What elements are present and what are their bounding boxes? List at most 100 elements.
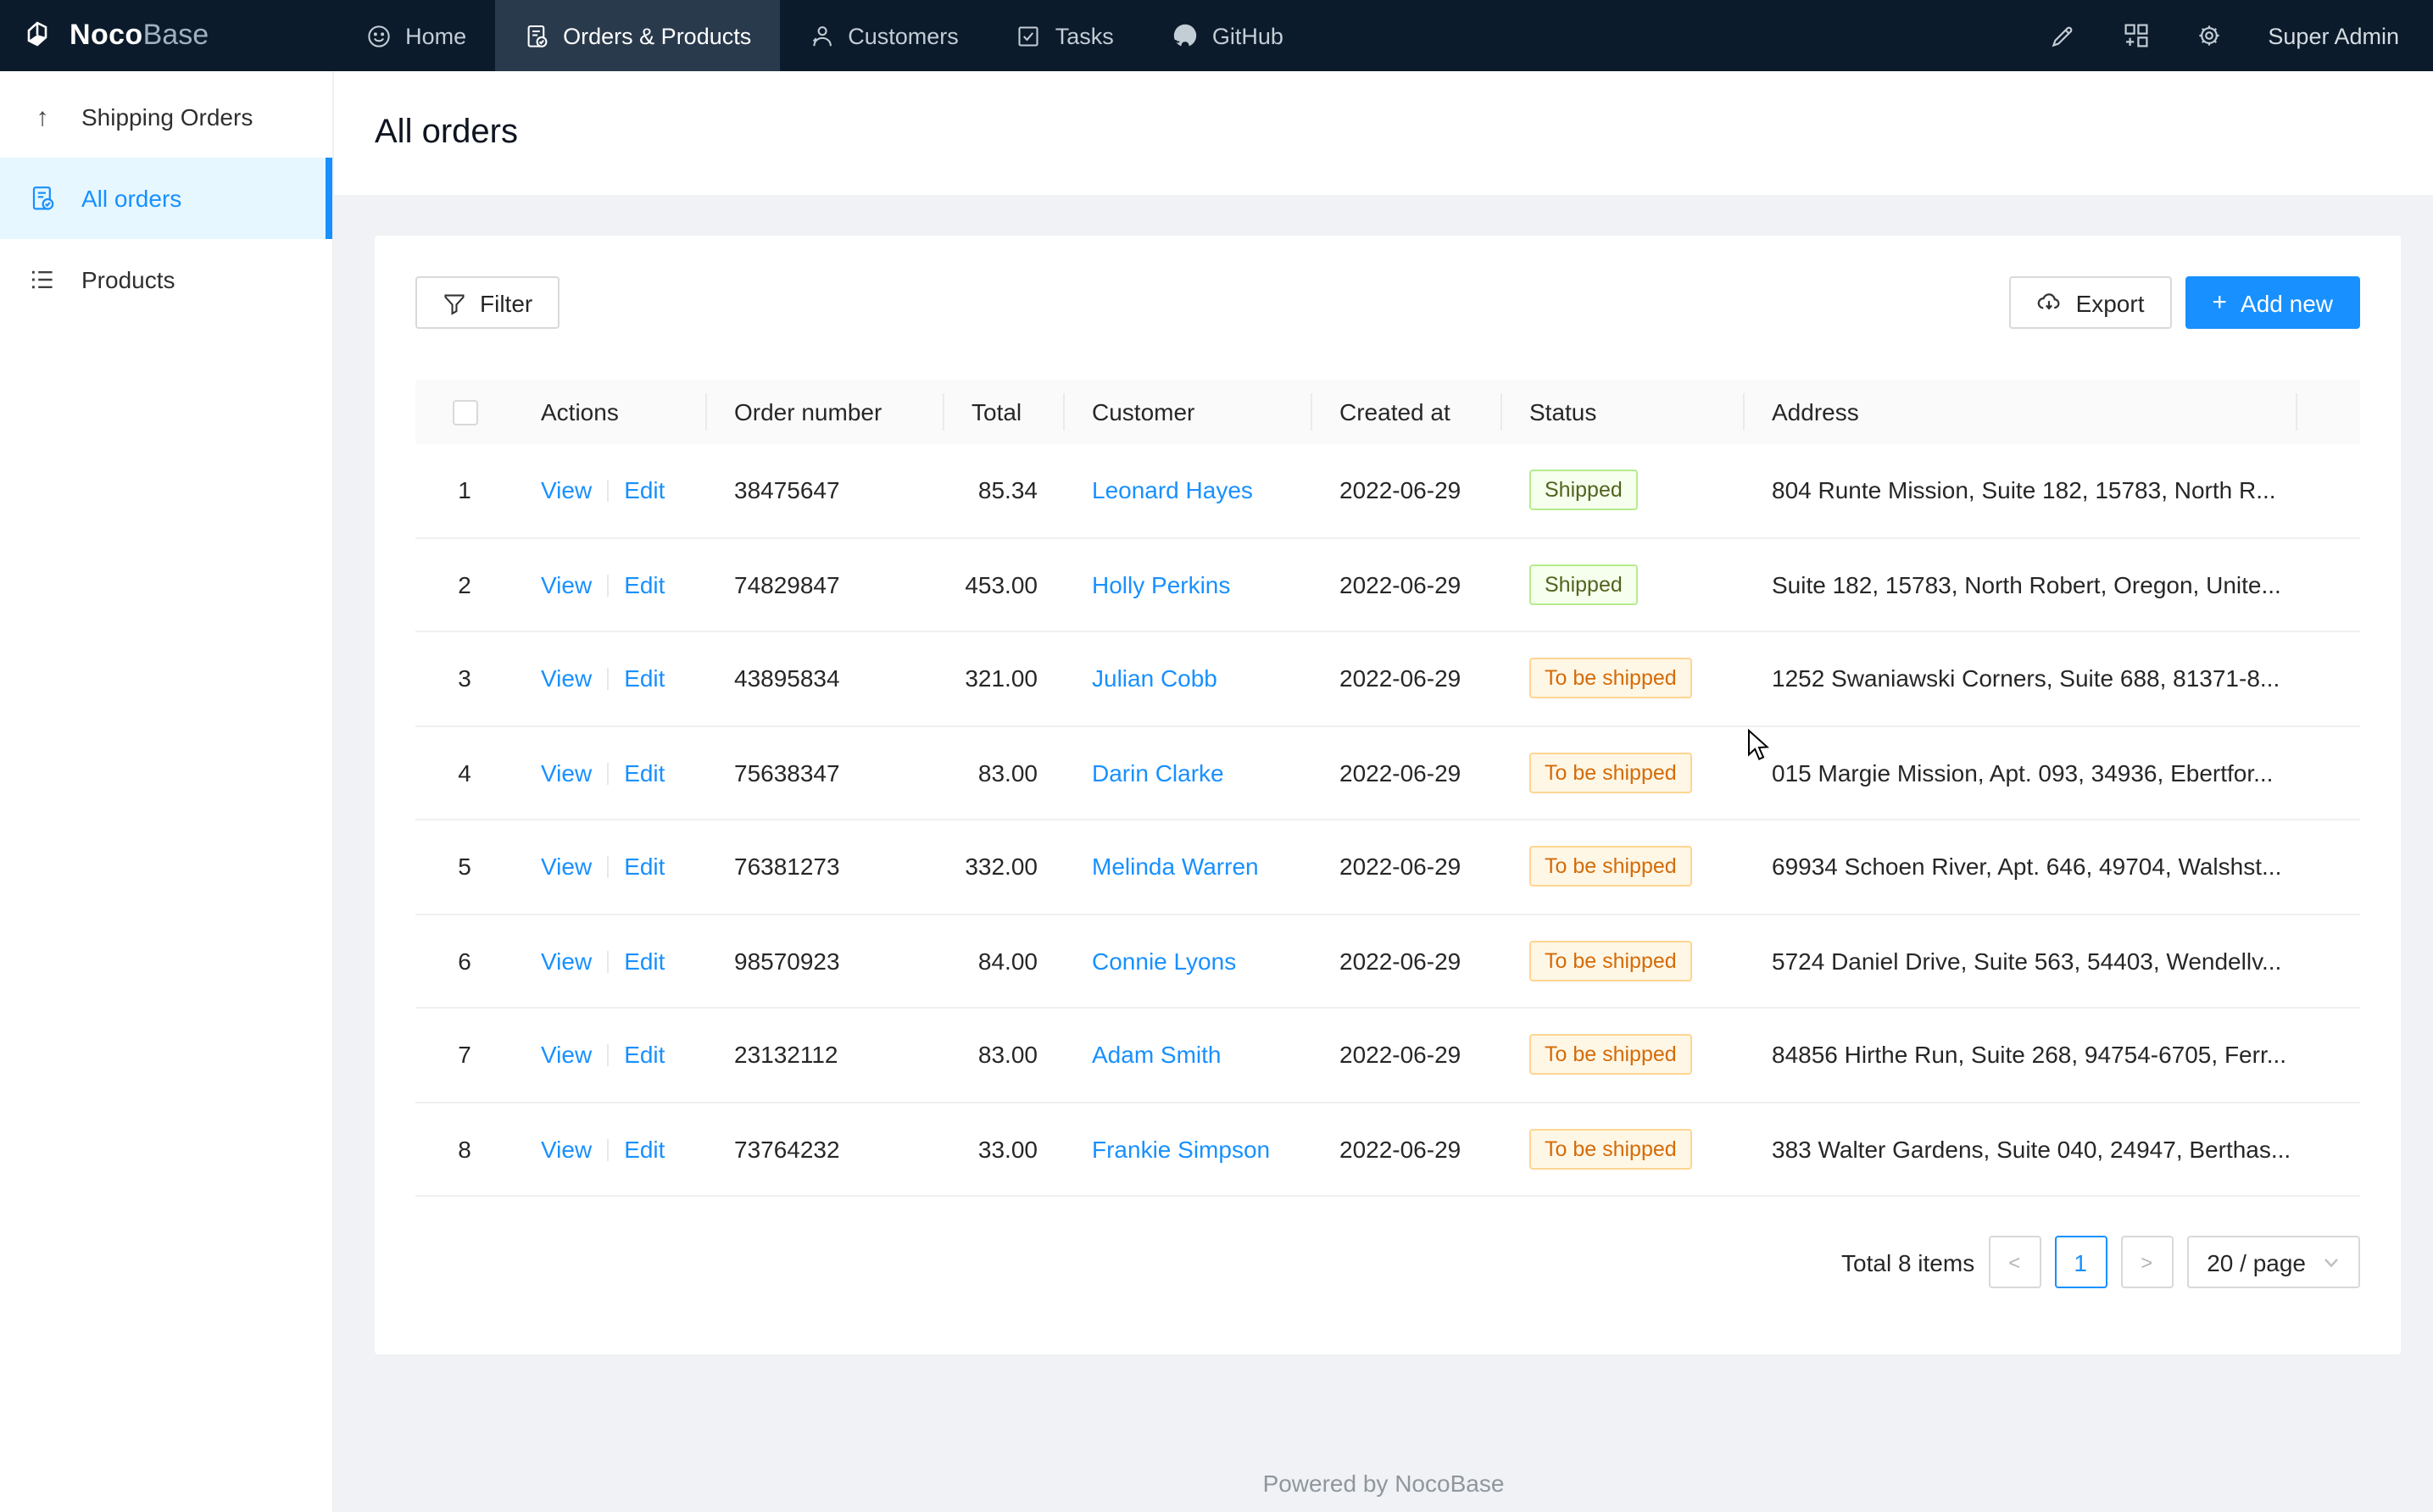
row-actions: View Edit: [514, 477, 707, 504]
nav-tab-tasks[interactable]: Tasks: [988, 0, 1143, 71]
customer-cell: Julian Cobb: [1065, 665, 1312, 692]
settings-gear-icon[interactable]: [2195, 22, 2222, 49]
main-content: All orders Filter: [334, 71, 2433, 1512]
view-link[interactable]: View: [541, 665, 592, 692]
customer-link[interactable]: Darin Clarke: [1092, 759, 1224, 787]
customer-link[interactable]: Julian Cobb: [1092, 665, 1217, 692]
column-header-status: Status: [1502, 380, 1745, 444]
table-toolbar: Filter Export + Add new: [375, 236, 2401, 329]
order-number-cell: 76381273: [707, 853, 944, 881]
status-cell: Shipped: [1502, 564, 1745, 605]
order-number-cell: 43895834: [707, 665, 944, 692]
actions-divider: [607, 481, 609, 503]
address-cell: 015 Margie Mission, Apt. 093, 34936, Ebe…: [1745, 759, 2297, 787]
orders-table-card: Filter Export + Add new: [375, 236, 2401, 1354]
customer-link[interactable]: Melinda Warren: [1092, 853, 1259, 881]
page-header: All orders: [334, 71, 2433, 195]
created-at-cell: 2022-06-29: [1312, 477, 1502, 504]
table-row[interactable]: 6 ViewEdit 98570923 84.00 Connie Lyons 2…: [415, 914, 2360, 1009]
customer-cell: Adam Smith: [1065, 1042, 1312, 1069]
nav-tab-customers[interactable]: Customers: [780, 0, 988, 71]
edit-link[interactable]: Edit: [624, 665, 665, 692]
pagination-next-button[interactable]: >: [2120, 1236, 2173, 1288]
user-menu[interactable]: Super Admin: [2268, 23, 2399, 48]
table-row[interactable]: 7 ViewEdit 23132112 83.00 Adam Smith 202…: [415, 1009, 2360, 1103]
created-at-cell: 2022-06-29: [1312, 571, 1502, 598]
edit-link[interactable]: Edit: [624, 948, 665, 975]
export-button[interactable]: Export: [2010, 276, 2172, 329]
orders-table: Actions Order number Total Customer Crea…: [415, 380, 2360, 1197]
view-link[interactable]: View: [541, 1042, 592, 1069]
select-all-checkbox[interactable]: [452, 399, 477, 425]
edit-link[interactable]: Edit: [624, 759, 665, 787]
actions-divider: [607, 1045, 609, 1067]
nav-tab-orders-products[interactable]: Orders & Products: [495, 0, 780, 71]
view-link[interactable]: View: [541, 759, 592, 787]
view-link[interactable]: View: [541, 853, 592, 881]
edit-link[interactable]: Edit: [624, 1042, 665, 1069]
edit-link[interactable]: Edit: [624, 571, 665, 598]
pagination-page-1[interactable]: 1: [2054, 1236, 2107, 1288]
nav-tab-label: Home: [405, 23, 466, 48]
address-cell: 383 Walter Gardens, Suite 040, 24947, Be…: [1745, 1136, 2297, 1163]
edit-link[interactable]: Edit: [624, 853, 665, 881]
actions-divider: [607, 669, 609, 691]
plugin-blocks-icon[interactable]: [2122, 22, 2149, 49]
order-number-cell: 98570923: [707, 948, 944, 975]
view-link[interactable]: View: [541, 948, 592, 975]
status-badge: Shipped: [1529, 564, 1638, 605]
pagination-prev-button[interactable]: <: [1988, 1236, 2040, 1288]
view-link[interactable]: View: [541, 1136, 592, 1163]
actions-divider: [607, 857, 609, 879]
status-badge: To be shipped: [1529, 1129, 1692, 1170]
view-link[interactable]: View: [541, 571, 592, 598]
customer-link[interactable]: Adam Smith: [1092, 1042, 1222, 1069]
filter-button[interactable]: Filter: [415, 276, 560, 329]
row-actions: View Edit: [514, 1042, 707, 1069]
created-at-cell: 2022-06-29: [1312, 948, 1502, 975]
customer-link[interactable]: Frankie Simpson: [1092, 1136, 1270, 1163]
plus-icon: +: [2213, 290, 2228, 315]
customer-link[interactable]: Connie Lyons: [1092, 948, 1236, 975]
sidebar-item-products[interactable]: Products: [0, 239, 332, 320]
created-at-cell: 2022-06-29: [1312, 853, 1502, 881]
status-badge: To be shipped: [1529, 659, 1692, 699]
table-row[interactable]: 8 ViewEdit 73764232 33.00 Frankie Simpso…: [415, 1103, 2360, 1197]
nocobase-logo[interactable]: NocoBase: [0, 0, 232, 71]
actions-divider: [607, 575, 609, 597]
tasks-check-square-icon: [1016, 23, 1042, 48]
status-cell: To be shipped: [1502, 1129, 1745, 1170]
customer-link[interactable]: Leonard Hayes: [1092, 477, 1253, 504]
order-number-cell: 23132112: [707, 1042, 944, 1069]
page-title: All orders: [375, 114, 518, 153]
customer-cell: Melinda Warren: [1065, 853, 1312, 881]
nav-tab-github[interactable]: GitHub: [1143, 0, 1312, 71]
page-size-select[interactable]: 20 / page: [2186, 1236, 2360, 1288]
status-cell: To be shipped: [1502, 753, 1745, 793]
actions-divider: [607, 1139, 609, 1161]
table-row[interactable]: 5 ViewEdit 76381273 332.00 Melinda Warre…: [415, 820, 2360, 914]
view-link[interactable]: View: [541, 477, 592, 504]
sidebar-item-all-orders[interactable]: All orders: [0, 158, 332, 239]
edit-link[interactable]: Edit: [624, 1136, 665, 1163]
chevron-down-icon: [2323, 1254, 2340, 1270]
ui-editor-highlighter-icon[interactable]: [2049, 22, 2076, 49]
row-index: 7: [415, 1042, 514, 1069]
customer-cell: Holly Perkins: [1065, 571, 1312, 598]
sidebar-item-shipping-orders[interactable]: ↑ Shipping Orders: [0, 76, 332, 158]
sidebar: ↑ Shipping Orders All orders Pro: [0, 71, 334, 1512]
customer-link[interactable]: Holly Perkins: [1092, 571, 1230, 598]
table-row[interactable]: 2 ViewEdit 74829847 453.00 Holly Perkins…: [415, 538, 2360, 632]
app: NocoBase Home: [0, 0, 2433, 1512]
total-cell: 33.00: [944, 1136, 1065, 1163]
filter-button-label: Filter: [480, 289, 532, 316]
table-row[interactable]: 3 ViewEdit 43895834 321.00 Julian Cobb 2…: [415, 632, 2360, 726]
add-new-button[interactable]: + Add new: [2185, 276, 2361, 329]
table-row[interactable]: 1 ViewEdit 38475647 85.34 Leonard Hayes …: [415, 444, 2360, 538]
nav-tab-home[interactable]: Home: [337, 0, 495, 71]
edit-link[interactable]: Edit: [624, 477, 665, 504]
table-row[interactable]: 4 ViewEdit 75638347 83.00 Darin Clarke 2…: [415, 726, 2360, 820]
pagination: Total 8 items < 1 > 20 / page: [375, 1236, 2401, 1288]
total-cell: 84.00: [944, 948, 1065, 975]
created-at-cell: 2022-06-29: [1312, 759, 1502, 787]
